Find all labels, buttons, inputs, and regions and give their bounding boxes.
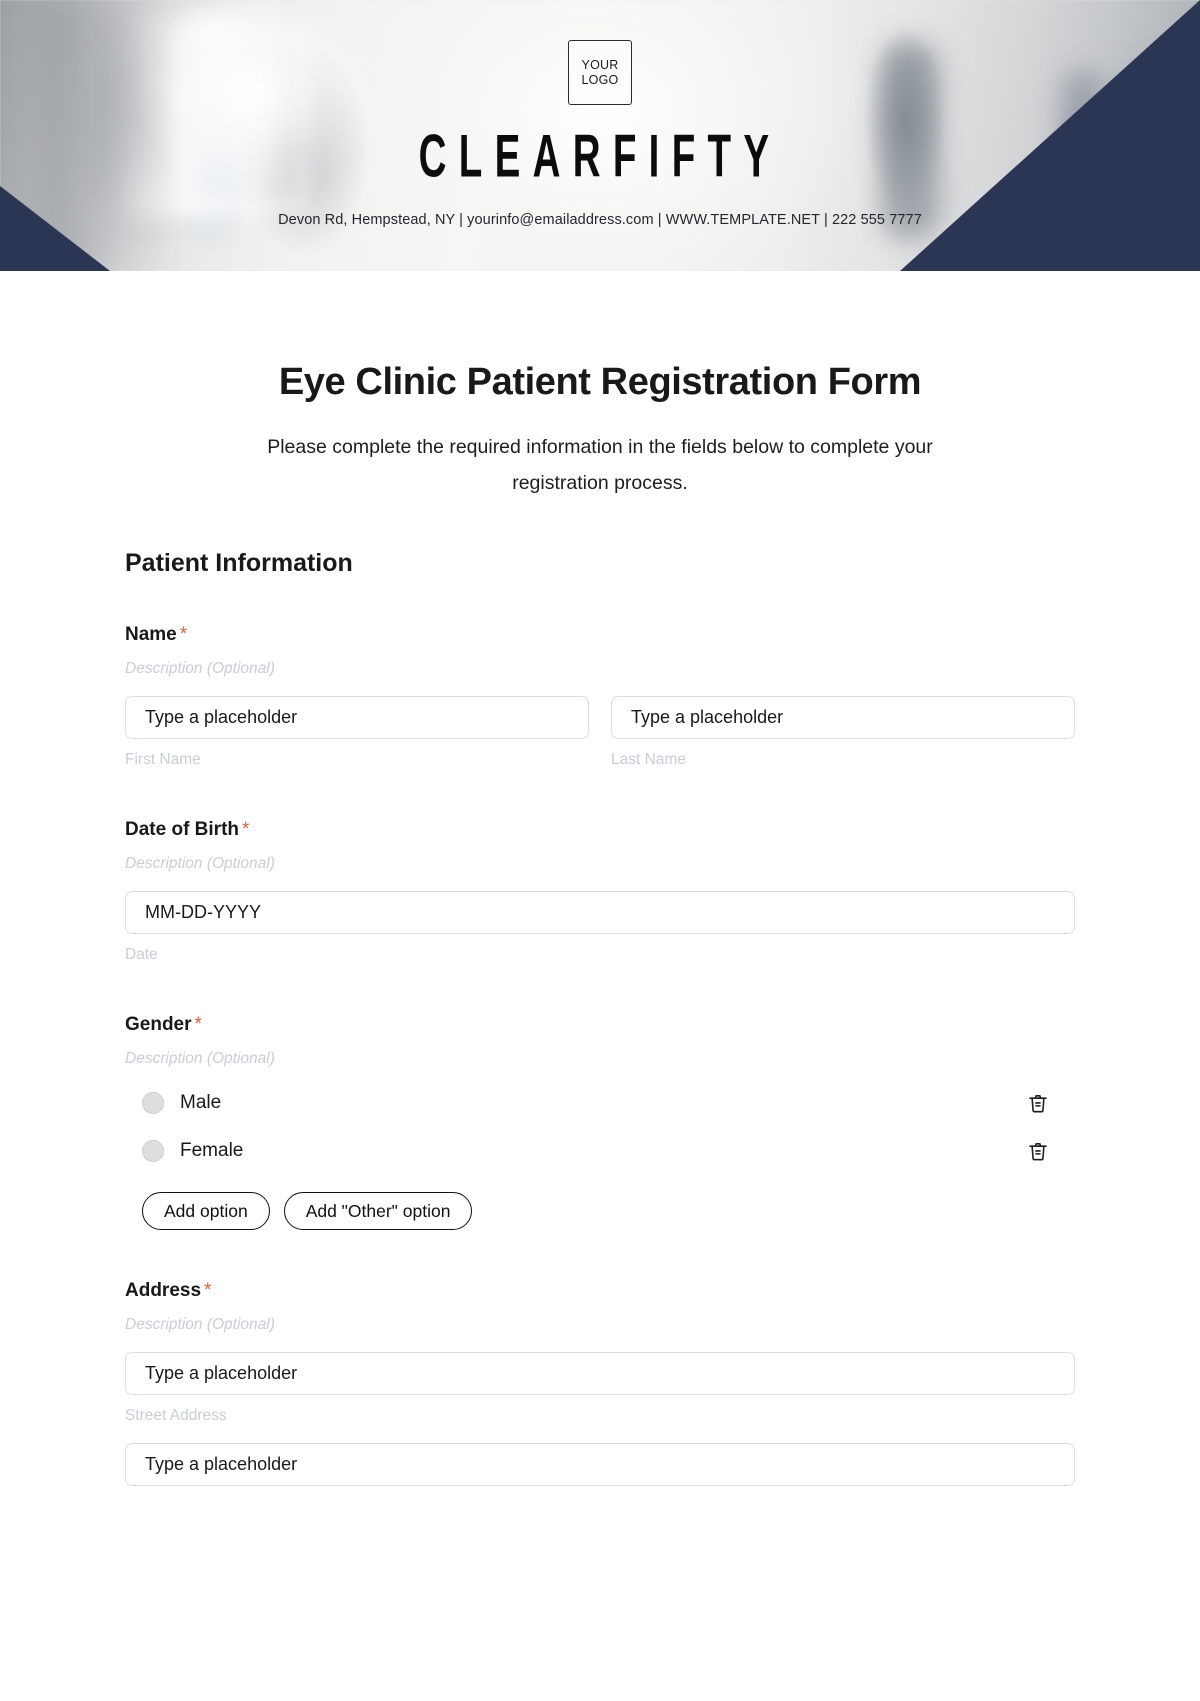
last-name-input[interactable]: Type a placeholder [611, 696, 1075, 739]
field-name-last-col: Type a placeholder Last Name [611, 696, 1075, 769]
gender-option-buttons: Add option Add "Other" option [125, 1192, 1075, 1230]
logo-placeholder: YOUR LOGO [568, 40, 632, 105]
field-dob-label-text: Date of Birth [125, 819, 239, 840]
field-date-of-birth: Date of Birth * Description (Optional) MM… [125, 819, 1075, 964]
required-asterisk: * [179, 624, 188, 645]
field-gender: Gender * Description (Optional) Male Fem… [125, 1014, 1075, 1230]
required-asterisk: * [242, 819, 250, 840]
first-name-sublabel: First Name [125, 751, 201, 768]
page-title: Eye Clinic Patient Registration Form [278, 361, 922, 403]
form-container: Eye Clinic Patient Registration Form Ple… [0, 361, 1200, 1486]
trash-icon[interactable] [1025, 1090, 1051, 1116]
field-name-label-text: Name [125, 624, 177, 645]
field-address-street-row: Type a placeholder Street Address [125, 1352, 1075, 1425]
section-title-patient-information: Patient Information [125, 549, 353, 577]
field-address-label: Address * [125, 1280, 1075, 1302]
last-name-sublabel: Last Name [611, 751, 686, 768]
first-name-input[interactable]: Type a placeholder [125, 696, 589, 739]
field-dob-col: MM-DD-YYYY Date [125, 891, 1075, 964]
required-asterisk: * [194, 1014, 202, 1035]
logo-line-2: LOGO [581, 72, 619, 87]
street-address-sublabel: Street Address [125, 1407, 227, 1424]
field-dob-description: Description (Optional) [125, 855, 275, 872]
field-dob-inputs: MM-DD-YYYY Date [125, 891, 1075, 964]
date-of-birth-sublabel: Date [125, 946, 158, 963]
field-name: Name * Description (Optional) Type a plac… [125, 624, 1075, 769]
field-address-line2-col: Type a placeholder [125, 1443, 1075, 1486]
field-name-inputs: Type a placeholder First Name Type a pla… [125, 696, 1075, 769]
field-name-description: Description (Optional) [125, 660, 275, 677]
field-address: Address * Description (Optional) Type a p… [125, 1280, 1075, 1486]
required-asterisk: * [204, 1280, 212, 1301]
add-option-button[interactable]: Add option [142, 1192, 270, 1230]
add-other-option-button[interactable]: Add "Other" option [283, 1192, 473, 1230]
radio-button-male[interactable] [142, 1092, 164, 1114]
gender-option-male-label: Male [180, 1092, 222, 1113]
radio-button-female[interactable] [142, 1140, 164, 1162]
field-gender-description: Description (Optional) [125, 1050, 275, 1067]
gender-option-male[interactable]: Male [125, 1090, 1075, 1116]
gender-option-female[interactable]: Female [125, 1138, 1075, 1164]
street-address-input[interactable]: Type a placeholder [125, 1352, 1075, 1395]
field-name-label: Name * [125, 624, 1075, 646]
field-name-first-col: Type a placeholder First Name [125, 696, 589, 769]
page-subtitle: Please complete the required information… [267, 436, 933, 494]
header-banner: YOUR LOGO CLEARFIFTY Devon Rd, Hempstead… [0, 0, 1200, 271]
date-of-birth-input[interactable]: MM-DD-YYYY [125, 891, 1075, 934]
trash-icon[interactable] [1025, 1138, 1051, 1164]
field-address-street-col: Type a placeholder Street Address [125, 1352, 1075, 1425]
contact-line: Devon Rd, Hempstead, NY | yourinfo@email… [278, 212, 922, 228]
field-address-description: Description (Optional) [125, 1316, 275, 1333]
address-line-2-input[interactable]: Type a placeholder [125, 1443, 1075, 1486]
field-address-line2-row: Type a placeholder [125, 1443, 1075, 1486]
field-gender-label: Gender * [125, 1014, 1075, 1036]
logo-line-1: YOUR [581, 57, 619, 72]
field-dob-label: Date of Birth * [125, 819, 1075, 841]
field-gender-label-text: Gender [125, 1014, 192, 1035]
field-address-label-text: Address [125, 1280, 202, 1301]
page-root: YOUR LOGO CLEARFIFTY Devon Rd, Hempstead… [0, 0, 1200, 1701]
gender-option-female-label: Female [180, 1140, 244, 1161]
brand-name: CLEARFIFTY [418, 121, 782, 190]
